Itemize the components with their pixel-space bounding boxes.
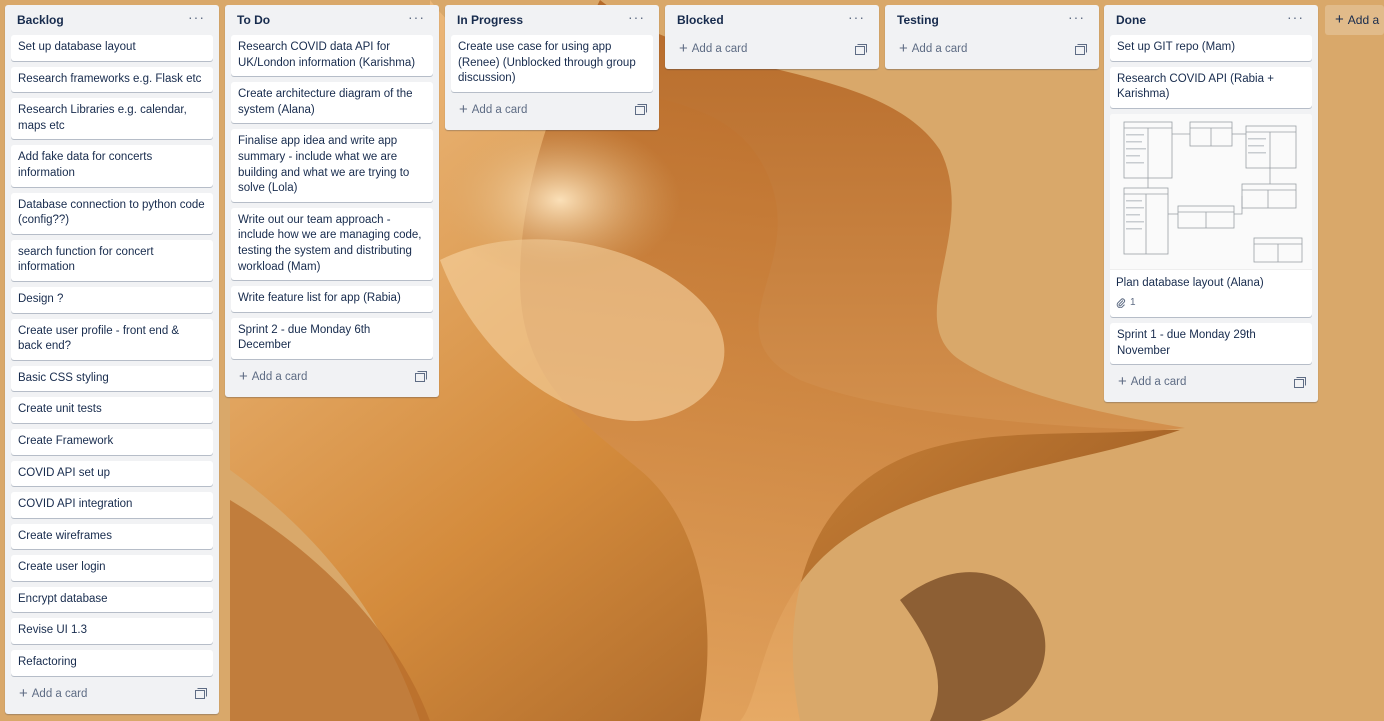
card-list: Set up GIT repo (Mam) Research COVID API… <box>1110 35 1312 365</box>
list-to-do: To Do ··· Research COVID data API for UK… <box>225 5 439 397</box>
list-header: In Progress ··· <box>451 5 653 35</box>
add-card-label: Add a card <box>1130 376 1187 389</box>
card-template-icon[interactable] <box>1075 43 1087 55</box>
card-title: Plan database layout (Alana) <box>1116 276 1264 289</box>
card[interactable]: Sprint 1 - due Monday 29th November <box>1110 322 1312 365</box>
card[interactable]: Refactoring <box>11 650 213 676</box>
attachment-count: 1 <box>1130 297 1136 309</box>
add-card-row: + Add a card <box>671 35 873 63</box>
add-card-button[interactable]: + Add a card <box>459 100 528 118</box>
card[interactable]: Write out our team approach - include ho… <box>231 207 433 281</box>
add-card-row: + Add a card <box>1110 368 1312 396</box>
list-blocked: Blocked ··· + Add a card <box>665 5 879 69</box>
card[interactable]: Sprint 2 - due Monday 6th December <box>231 317 433 359</box>
ellipsis-icon[interactable]: ··· <box>846 10 867 28</box>
card[interactable]: Research frameworks e.g. Flask etc <box>11 66 213 93</box>
add-card-label: Add a card <box>31 687 88 700</box>
card[interactable]: Research COVID API (Rabia + Karishma) <box>1110 66 1312 108</box>
add-card-row: + Add a card <box>11 680 213 708</box>
paperclip-icon <box>1116 298 1126 309</box>
card-badges: 1 <box>1116 295 1306 311</box>
card[interactable]: Write feature list for app (Rabia) <box>231 286 433 312</box>
add-list-button[interactable]: + Add a <box>1325 5 1384 35</box>
plus-icon: + <box>1118 373 1127 391</box>
plus-icon: + <box>19 684 28 702</box>
card[interactable]: Create unit tests <box>11 397 213 423</box>
ellipsis-icon[interactable]: ··· <box>406 10 427 28</box>
card-template-icon[interactable] <box>635 104 647 116</box>
list-title: Blocked <box>677 13 724 27</box>
card[interactable]: Create architecture diagram of the syste… <box>231 82 433 124</box>
ellipsis-icon[interactable]: ··· <box>186 10 207 28</box>
database-diagram-thumbnail <box>1110 113 1312 270</box>
card[interactable]: Database connection to python code (conf… <box>11 192 213 234</box>
card[interactable]: Create user profile - front end & back e… <box>11 318 213 360</box>
add-card-button[interactable]: + Add a card <box>1118 373 1187 391</box>
add-card-row: + Add a card <box>451 96 653 124</box>
card[interactable]: Add fake data for concerts information <box>11 145 213 187</box>
card-with-cover[interactable]: Plan database layout (Alana) 1 <box>1110 113 1312 317</box>
add-card-label: Add a card <box>911 43 968 55</box>
add-card-button[interactable]: + Add a card <box>899 40 968 57</box>
list-header: Backlog ··· <box>11 5 213 35</box>
list-title: In Progress <box>457 13 524 27</box>
card[interactable]: Research Libraries e.g. calendar, maps e… <box>11 98 213 140</box>
card-template-icon[interactable] <box>1294 376 1306 388</box>
ellipsis-icon[interactable]: ··· <box>1285 10 1306 28</box>
card[interactable]: COVID API set up <box>11 460 213 487</box>
plus-icon: + <box>679 40 688 57</box>
list-testing: Testing ··· + Add a card <box>885 5 1099 69</box>
card[interactable]: Set up database layout <box>11 35 213 61</box>
list-done: Done ··· Set up GIT repo (Mam) Research … <box>1104 5 1318 403</box>
card-template-icon[interactable] <box>195 688 207 700</box>
card[interactable]: Basic CSS styling <box>11 365 213 392</box>
card-template-icon[interactable] <box>415 371 427 383</box>
card-list: Create use case for using app (Renee) (U… <box>451 35 653 92</box>
card-list: Research COVID data API for UK/London in… <box>231 35 433 359</box>
card[interactable]: Create wireframes <box>11 523 213 550</box>
add-card-label: Add a card <box>471 103 528 116</box>
card[interactable]: Create user login <box>11 555 213 581</box>
card-template-icon[interactable] <box>855 43 867 55</box>
plus-icon: + <box>239 367 248 385</box>
plus-icon: + <box>1335 11 1344 28</box>
list-title: Backlog <box>17 13 64 27</box>
list-in-progress: In Progress ··· Create use case for usin… <box>445 5 659 130</box>
card[interactable]: Design ? <box>11 286 213 313</box>
list-title: Testing <box>897 13 939 27</box>
list-title: Done <box>1116 13 1146 27</box>
card[interactable]: Create use case for using app (Renee) (U… <box>451 35 653 92</box>
card[interactable]: Revise UI 1.3 <box>11 618 213 645</box>
list-title: To Do <box>237 13 271 27</box>
add-card-button[interactable]: + Add a card <box>239 367 308 385</box>
list-header: To Do ··· <box>231 5 433 35</box>
card[interactable]: Encrypt database <box>11 586 213 613</box>
plus-icon: + <box>459 100 468 118</box>
card[interactable]: Finalise app idea and write app summary … <box>231 129 433 202</box>
plus-icon: + <box>899 40 908 57</box>
add-card-label: Add a card <box>691 43 748 55</box>
add-list-label: Add a <box>1347 13 1380 27</box>
add-card-row: + Add a card <box>891 35 1093 63</box>
ellipsis-icon[interactable]: ··· <box>1066 10 1087 28</box>
ellipsis-icon[interactable]: ··· <box>626 10 647 28</box>
list-header: Blocked ··· <box>671 5 873 35</box>
card[interactable]: COVID API integration <box>11 492 213 518</box>
card-body: Plan database layout (Alana) 1 <box>1110 270 1312 317</box>
card[interactable]: Create Framework <box>11 428 213 455</box>
card-list: Set up database layout Research framewor… <box>11 35 213 676</box>
card[interactable]: Set up GIT repo (Mam) <box>1110 35 1312 61</box>
add-card-button[interactable]: + Add a card <box>679 40 748 57</box>
list-header: Done ··· <box>1110 5 1312 35</box>
card[interactable]: Research COVID data API for UK/London in… <box>231 35 433 77</box>
card[interactable]: search function for concert information <box>11 239 213 281</box>
kanban-board: Backlog ··· Set up database layout Resea… <box>0 0 1384 721</box>
add-card-row: + Add a card <box>231 363 433 391</box>
add-card-button[interactable]: + Add a card <box>19 684 88 702</box>
list-header: Testing ··· <box>891 5 1093 35</box>
list-backlog: Backlog ··· Set up database layout Resea… <box>5 5 219 714</box>
add-card-label: Add a card <box>251 370 308 383</box>
